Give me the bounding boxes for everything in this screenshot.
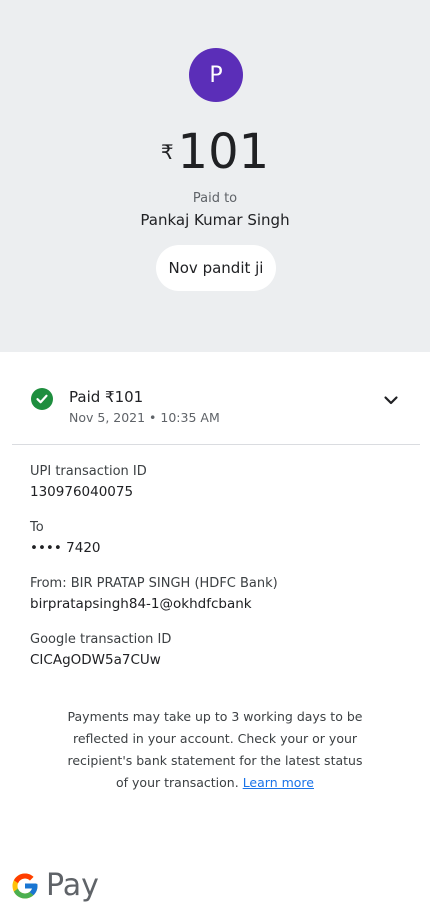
to-label: To — [30, 520, 44, 535]
check-icon — [31, 388, 53, 410]
payment-status-row[interactable]: Paid ₹101 Nov 5, 2021 • 10:35 AM — [0, 376, 430, 430]
disclaimer-text: Payments may take up to 3 working days t… — [67, 709, 363, 790]
currency-symbol: ₹ — [160, 140, 174, 164]
upi-transaction-id-label: UPI transaction ID — [30, 464, 147, 479]
status-title: Paid ₹101 — [69, 388, 144, 406]
chevron-down-icon[interactable] — [380, 389, 402, 411]
google-transaction-id-label: Google transaction ID — [30, 632, 172, 647]
avatar-letter: P — [209, 62, 223, 88]
google-pay-logo: Pay — [10, 866, 99, 906]
payment-note: Nov pandit ji — [156, 245, 276, 291]
to-account-value: •••• 7420 — [30, 540, 101, 556]
payee-name: Pankaj Kumar Singh — [140, 211, 290, 229]
divider — [12, 444, 420, 445]
from-label: From: BIR PRATAP SINGH (HDFC Bank) — [30, 576, 278, 591]
payee-avatar: P — [189, 48, 243, 102]
payment-summary-header: P ₹101 Paid to Pankaj Kumar Singh Nov pa… — [0, 0, 430, 352]
google-transaction-id-value[interactable]: CICAgODW5a7CUw — [30, 652, 161, 668]
learn-more-link[interactable]: Learn more — [243, 775, 314, 790]
status-datetime: Nov 5, 2021 • 10:35 AM — [69, 410, 220, 425]
upi-transaction-id-value[interactable]: 130976040075 — [30, 484, 133, 500]
google-g-icon — [12, 873, 38, 899]
paid-to-label: Paid to — [192, 191, 238, 206]
pay-wordmark: Pay — [46, 868, 99, 903]
payment-amount: ₹101 — [0, 120, 430, 184]
processing-disclaimer: Payments may take up to 3 working days t… — [60, 706, 370, 794]
amount-value: 101 — [177, 124, 270, 180]
from-upi-id-value[interactable]: birpratapsingh84-1@okhdfcbank — [30, 596, 252, 612]
